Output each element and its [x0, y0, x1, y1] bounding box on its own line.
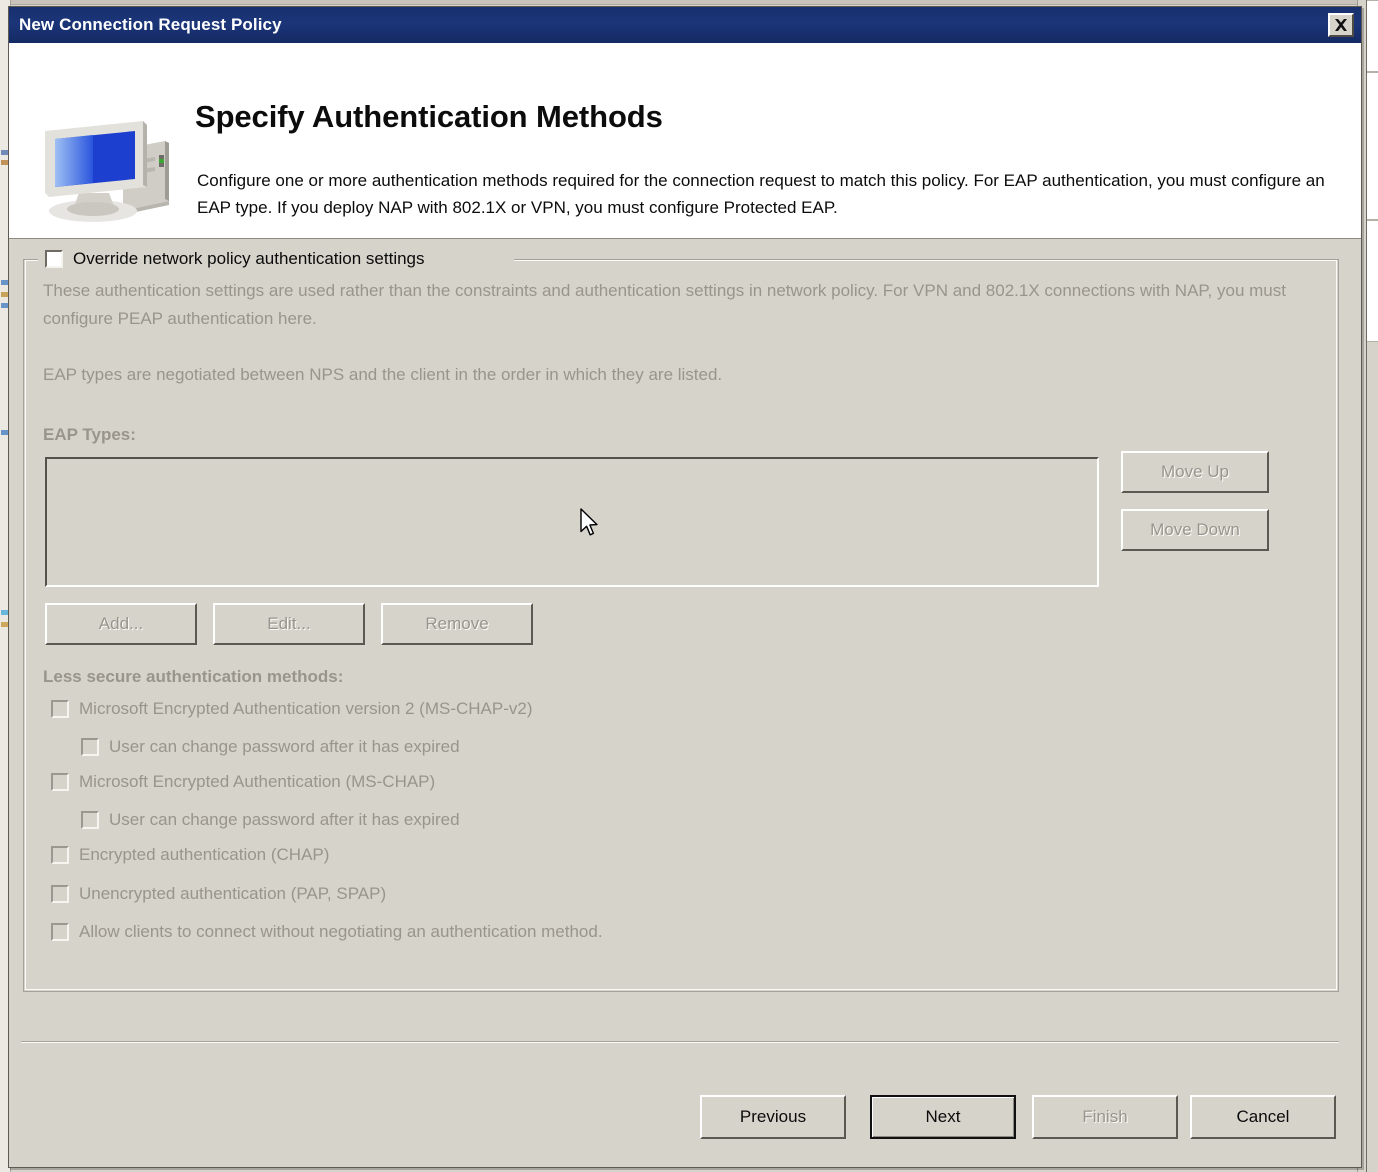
pap-spap-label: Unencrypted authentication (PAP, SPAP)	[79, 884, 387, 903]
override-network-policy-label: Override network policy authentication s…	[73, 249, 425, 268]
page-description: Configure one or more authentication met…	[197, 171, 1325, 217]
dialog-header-banner: Specify Authentication Methods Configure…	[9, 43, 1361, 239]
page-title: Specify Authentication Methods	[195, 99, 663, 134]
dialog-titlebar[interactable]: New Connection Request Policy	[9, 7, 1361, 43]
override-network-policy-checkbox[interactable]	[45, 250, 63, 268]
ms-chap-v2-label: Microsoft Encrypted Authentication versi…	[79, 699, 533, 718]
override-network-policy-checkbox-row[interactable]: Override network policy authentication s…	[45, 249, 431, 269]
dialog-title: New Connection Request Policy	[19, 15, 282, 34]
checkbox-row-allow-no-auth[interactable]: Allow clients to connect without negotia…	[51, 922, 603, 942]
checkbox-row-chap[interactable]: Encrypted authentication (CHAP)	[51, 845, 329, 865]
ms-chap-checkbox[interactable]	[51, 773, 69, 791]
close-icon[interactable]	[1328, 13, 1354, 37]
ms-chap-label: Microsoft Encrypted Authentication (MS-C…	[79, 772, 436, 791]
ms-chap-change-password-checkbox[interactable]	[81, 811, 99, 829]
checkbox-row-ms-chap-change-password[interactable]: User can change password after it has ex…	[81, 810, 460, 830]
checkbox-row-ms-chap-v2-change-password[interactable]: User can change password after it has ex…	[81, 737, 460, 757]
ms-chap-v2-checkbox[interactable]	[51, 700, 69, 718]
group-paragraph-1: These authentication settings are used r…	[43, 281, 1286, 328]
edit-button[interactable]: Edit...	[213, 603, 365, 645]
checkbox-row-pap-spap[interactable]: Unencrypted authentication (PAP, SPAP)	[51, 884, 386, 904]
background-window-top-bar	[0, 0, 1378, 5]
chap-label: Encrypted authentication (CHAP)	[79, 845, 330, 864]
computer-monitor-icon	[35, 115, 183, 227]
dialog-body: Override network policy authentication s…	[9, 239, 1361, 1075]
allow-no-auth-checkbox[interactable]	[51, 923, 69, 941]
eap-types-listbox[interactable]	[45, 457, 1099, 587]
pap-spap-checkbox[interactable]	[51, 885, 69, 903]
new-connection-request-policy-dialog: New Connection Request Policy Specify Au…	[8, 6, 1362, 1168]
dialog-footer: Previous Next Finish Cancel	[9, 1075, 1361, 1167]
move-down-button[interactable]: Move Down	[1121, 509, 1269, 551]
checkbox-row-ms-chap-v2[interactable]: Microsoft Encrypted Authentication versi…	[51, 699, 533, 719]
footer-separator	[21, 1041, 1339, 1043]
add-button[interactable]: Add...	[45, 603, 197, 645]
eap-types-label: EAP Types:	[43, 425, 136, 444]
next-button[interactable]: Next	[870, 1095, 1016, 1139]
less-secure-methods-heading: Less secure authentication methods:	[43, 667, 344, 686]
cancel-button[interactable]: Cancel	[1190, 1095, 1336, 1139]
chap-checkbox[interactable]	[51, 846, 69, 864]
ms-chap-v2-change-password-checkbox[interactable]	[81, 738, 99, 756]
finish-button[interactable]: Finish	[1032, 1095, 1178, 1139]
remove-button[interactable]: Remove	[381, 603, 533, 645]
ms-chap-v2-change-password-label: User can change password after it has ex…	[109, 737, 460, 756]
allow-no-auth-label: Allow clients to connect without negotia…	[79, 922, 603, 941]
group-paragraph-2: EAP types are negotiated between NPS and…	[43, 365, 723, 384]
previous-button[interactable]: Previous	[700, 1095, 846, 1139]
ms-chap-change-password-label: User can change password after it has ex…	[109, 810, 460, 829]
checkbox-row-ms-chap[interactable]: Microsoft Encrypted Authentication (MS-C…	[51, 772, 435, 792]
move-up-button[interactable]: Move Up	[1121, 451, 1269, 493]
